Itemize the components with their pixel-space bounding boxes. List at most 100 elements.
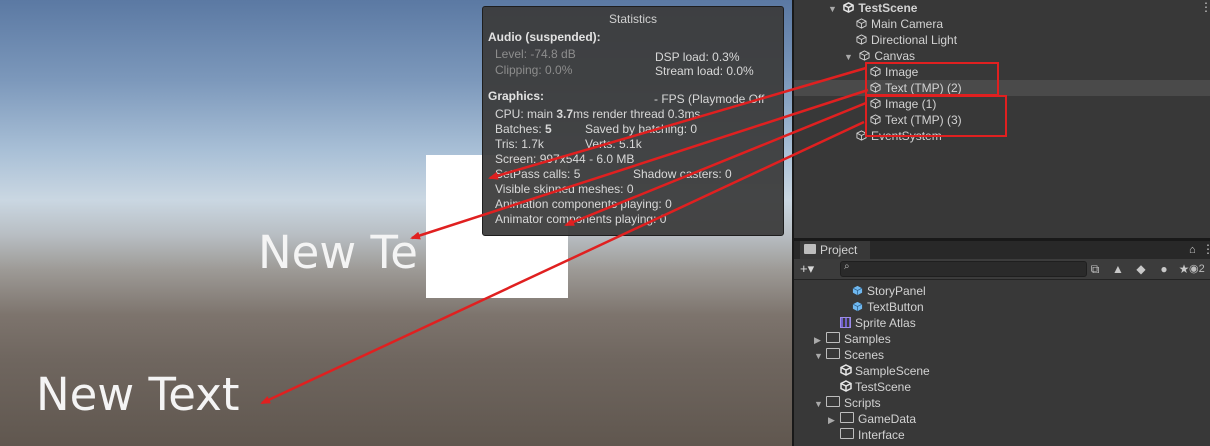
project-search-input[interactable]: ⌕ — [840, 261, 1087, 277]
prefab-icon — [852, 301, 863, 312]
project-tabbar: Project ⌂ ⋮ — [794, 241, 1210, 259]
scene-options-menu-icon[interactable]: ⋮ — [1200, 1, 1210, 13]
project-item-label: Sprite Atlas — [855, 316, 916, 330]
project-item-textbutton[interactable]: TextButton — [852, 299, 924, 315]
audio-clipping: Clipping: 0.0% — [495, 63, 573, 77]
project-item-label: StoryPanel — [867, 284, 926, 298]
gameobject-cube-icon — [856, 34, 867, 45]
open-folder-icon — [826, 396, 840, 407]
project-panel[interactable]: Project ⌂ ⋮ +▾ ⌕ ⧉ ▲ ◆ ● ★ ◉2 StoryPanel… — [792, 241, 1210, 446]
unity-scene-icon — [843, 2, 855, 13]
hierarchy-item-image-1[interactable]: Image (1) — [870, 96, 936, 112]
expand-arrow-icon[interactable]: ▶ — [828, 412, 838, 428]
panel-menu-icon[interactable]: ⋮ — [1202, 242, 1210, 256]
hierarchy-item-main-camera[interactable]: Main Camera — [856, 16, 943, 32]
folder-icon — [804, 244, 816, 254]
hierarchy-item-label: Main Camera — [871, 17, 944, 31]
hierarchy-item-label: Directional Light — [871, 33, 958, 47]
saved-batching: Saved by batching: 0 — [585, 122, 698, 136]
canvas-fold-arrow-icon[interactable]: ▼ — [844, 49, 854, 65]
project-item-samplescene[interactable]: SampleScene — [840, 363, 930, 379]
project-item-label: TestScene — [855, 380, 912, 394]
hierarchy-scene-name: TestScene — [858, 1, 918, 15]
cpu-prefix: CPU: main — [495, 107, 557, 121]
project-item-storypanel[interactable]: StoryPanel — [852, 283, 926, 299]
search-icon: ⌕ — [844, 261, 850, 272]
statistics-panel: Statistics Audio (suspended): Level: -74… — [482, 6, 784, 236]
sprite-atlas-icon — [840, 317, 851, 328]
hierarchy-item-canvas[interactable]: ▼ Canvas — [844, 48, 915, 64]
project-item-label: Scripts — [844, 396, 881, 410]
cpu-main-value: 3.7 — [556, 107, 574, 121]
unity-scene-icon — [840, 364, 852, 376]
hierarchy-item-label: Image (1) — [885, 97, 937, 111]
project-folder-interface[interactable]: Interface — [840, 427, 905, 443]
tab-project[interactable]: Project — [800, 241, 870, 259]
warning-filter-icon[interactable]: ● — [1156, 261, 1172, 277]
scene-fold-arrow-icon[interactable]: ▼ — [828, 1, 838, 17]
hierarchy-item-text-tmp-3[interactable]: Text (TMP) (3) — [870, 112, 962, 128]
setpass-readout: SetPass calls: 5 — [495, 167, 581, 181]
hierarchy-item-label: Text (TMP) (3) — [885, 113, 962, 127]
folder-icon — [840, 428, 854, 439]
scene-text-upper: New Te — [258, 226, 418, 279]
verts-readout: Verts: 5.1k — [585, 137, 642, 151]
project-folder-scenes[interactable]: ▼ Scenes — [814, 347, 884, 363]
gameobject-cube-icon — [859, 50, 870, 61]
project-item-label: SampleScene — [855, 364, 930, 378]
hierarchy-scene-row[interactable]: ▼ TestScene — [828, 0, 917, 16]
hierarchy-item-label: Text (TMP) (2) — [885, 81, 962, 95]
search-by-type-icon[interactable]: ⧉ — [1087, 261, 1103, 277]
add-asset-button[interactable]: +▾ — [800, 260, 814, 278]
gameobject-cube-icon — [856, 18, 867, 29]
project-item-label: Interface — [858, 428, 905, 442]
unity-scene-icon — [840, 380, 852, 392]
audio-heading: Audio (suspended): — [488, 30, 601, 44]
hierarchy-item-directional-light[interactable]: Directional Light — [856, 32, 957, 48]
project-item-label: TextButton — [867, 300, 924, 314]
hierarchy-item-label: Image — [885, 65, 919, 79]
gameobject-cube-icon — [870, 98, 881, 109]
hierarchy-item-content: Text (TMP) (2) — [870, 80, 962, 96]
eye-icon: ◉ — [1189, 263, 1199, 275]
search-by-label-icon[interactable]: ▲ — [1110, 261, 1126, 277]
graphics-heading: Graphics: — [488, 89, 545, 103]
hierarchy-item-image[interactable]: Image — [870, 64, 918, 80]
hierarchy-panel[interactable]: ▼ TestScene Main Camera Directional Ligh… — [792, 0, 1210, 238]
collapse-arrow-icon[interactable]: ▼ — [814, 348, 824, 364]
project-item-testscene[interactable]: TestScene — [840, 379, 911, 395]
project-toolbar: +▾ ⌕ ⧉ ▲ ◆ ● ★ ◉2 — [794, 259, 1210, 280]
scene-text-lower: New Text — [36, 368, 240, 421]
audio-level: Level: -74.8 dB — [495, 47, 576, 61]
folder-icon — [826, 332, 840, 343]
batches-value: 5 — [545, 122, 552, 136]
animator-components: Animator components playing: 0 — [495, 212, 667, 226]
batches-readout: Batches: 5 — [495, 122, 552, 136]
project-folder-scripts[interactable]: ▼ Scripts — [814, 395, 881, 411]
hidden-packages-toggle[interactable]: ◉2 — [1189, 262, 1205, 276]
gameobject-cube-icon — [870, 82, 881, 93]
hierarchy-item-label: Canvas — [874, 49, 916, 63]
cpu-readout: CPU: main 3.7ms render thread 0.3ms — [495, 107, 700, 121]
statistics-title: Statistics — [608, 12, 657, 26]
prefab-icon — [852, 285, 863, 296]
lock-icon[interactable]: ⌂ — [1189, 243, 1199, 257]
stream-load: Stream load: 0.0% — [655, 64, 754, 78]
tab-project-label: Project — [820, 243, 858, 257]
animation-components: Animation components playing: 0 — [495, 197, 672, 211]
gameobject-cube-icon — [856, 130, 867, 141]
screen-readout: Screen: 997x544 - 6.0 MB — [495, 152, 635, 166]
dsp-load: DSP load: 0.3% — [655, 50, 740, 64]
batches-label: Batches: — [495, 122, 546, 136]
project-folder-samples[interactable]: ▶ Samples — [814, 331, 891, 347]
hierarchy-item-eventsystem[interactable]: EventSystem — [856, 128, 942, 144]
project-item-sprite-atlas[interactable]: Sprite Atlas — [840, 315, 916, 331]
expand-arrow-icon[interactable]: ▶ — [814, 332, 824, 348]
tag-icon[interactable]: ◆ — [1133, 261, 1149, 277]
collapse-arrow-icon[interactable]: ▼ — [814, 396, 824, 412]
cpu-suffix: ms render thread 0.3ms — [573, 107, 701, 121]
hierarchy-item-text-tmp-2[interactable]: Text (TMP) (2) — [794, 80, 1210, 96]
project-folder-gamedata[interactable]: ▶ GameData — [828, 411, 916, 427]
hierarchy-item-label: EventSystem — [871, 129, 942, 143]
project-item-label: GameData — [858, 412, 917, 426]
